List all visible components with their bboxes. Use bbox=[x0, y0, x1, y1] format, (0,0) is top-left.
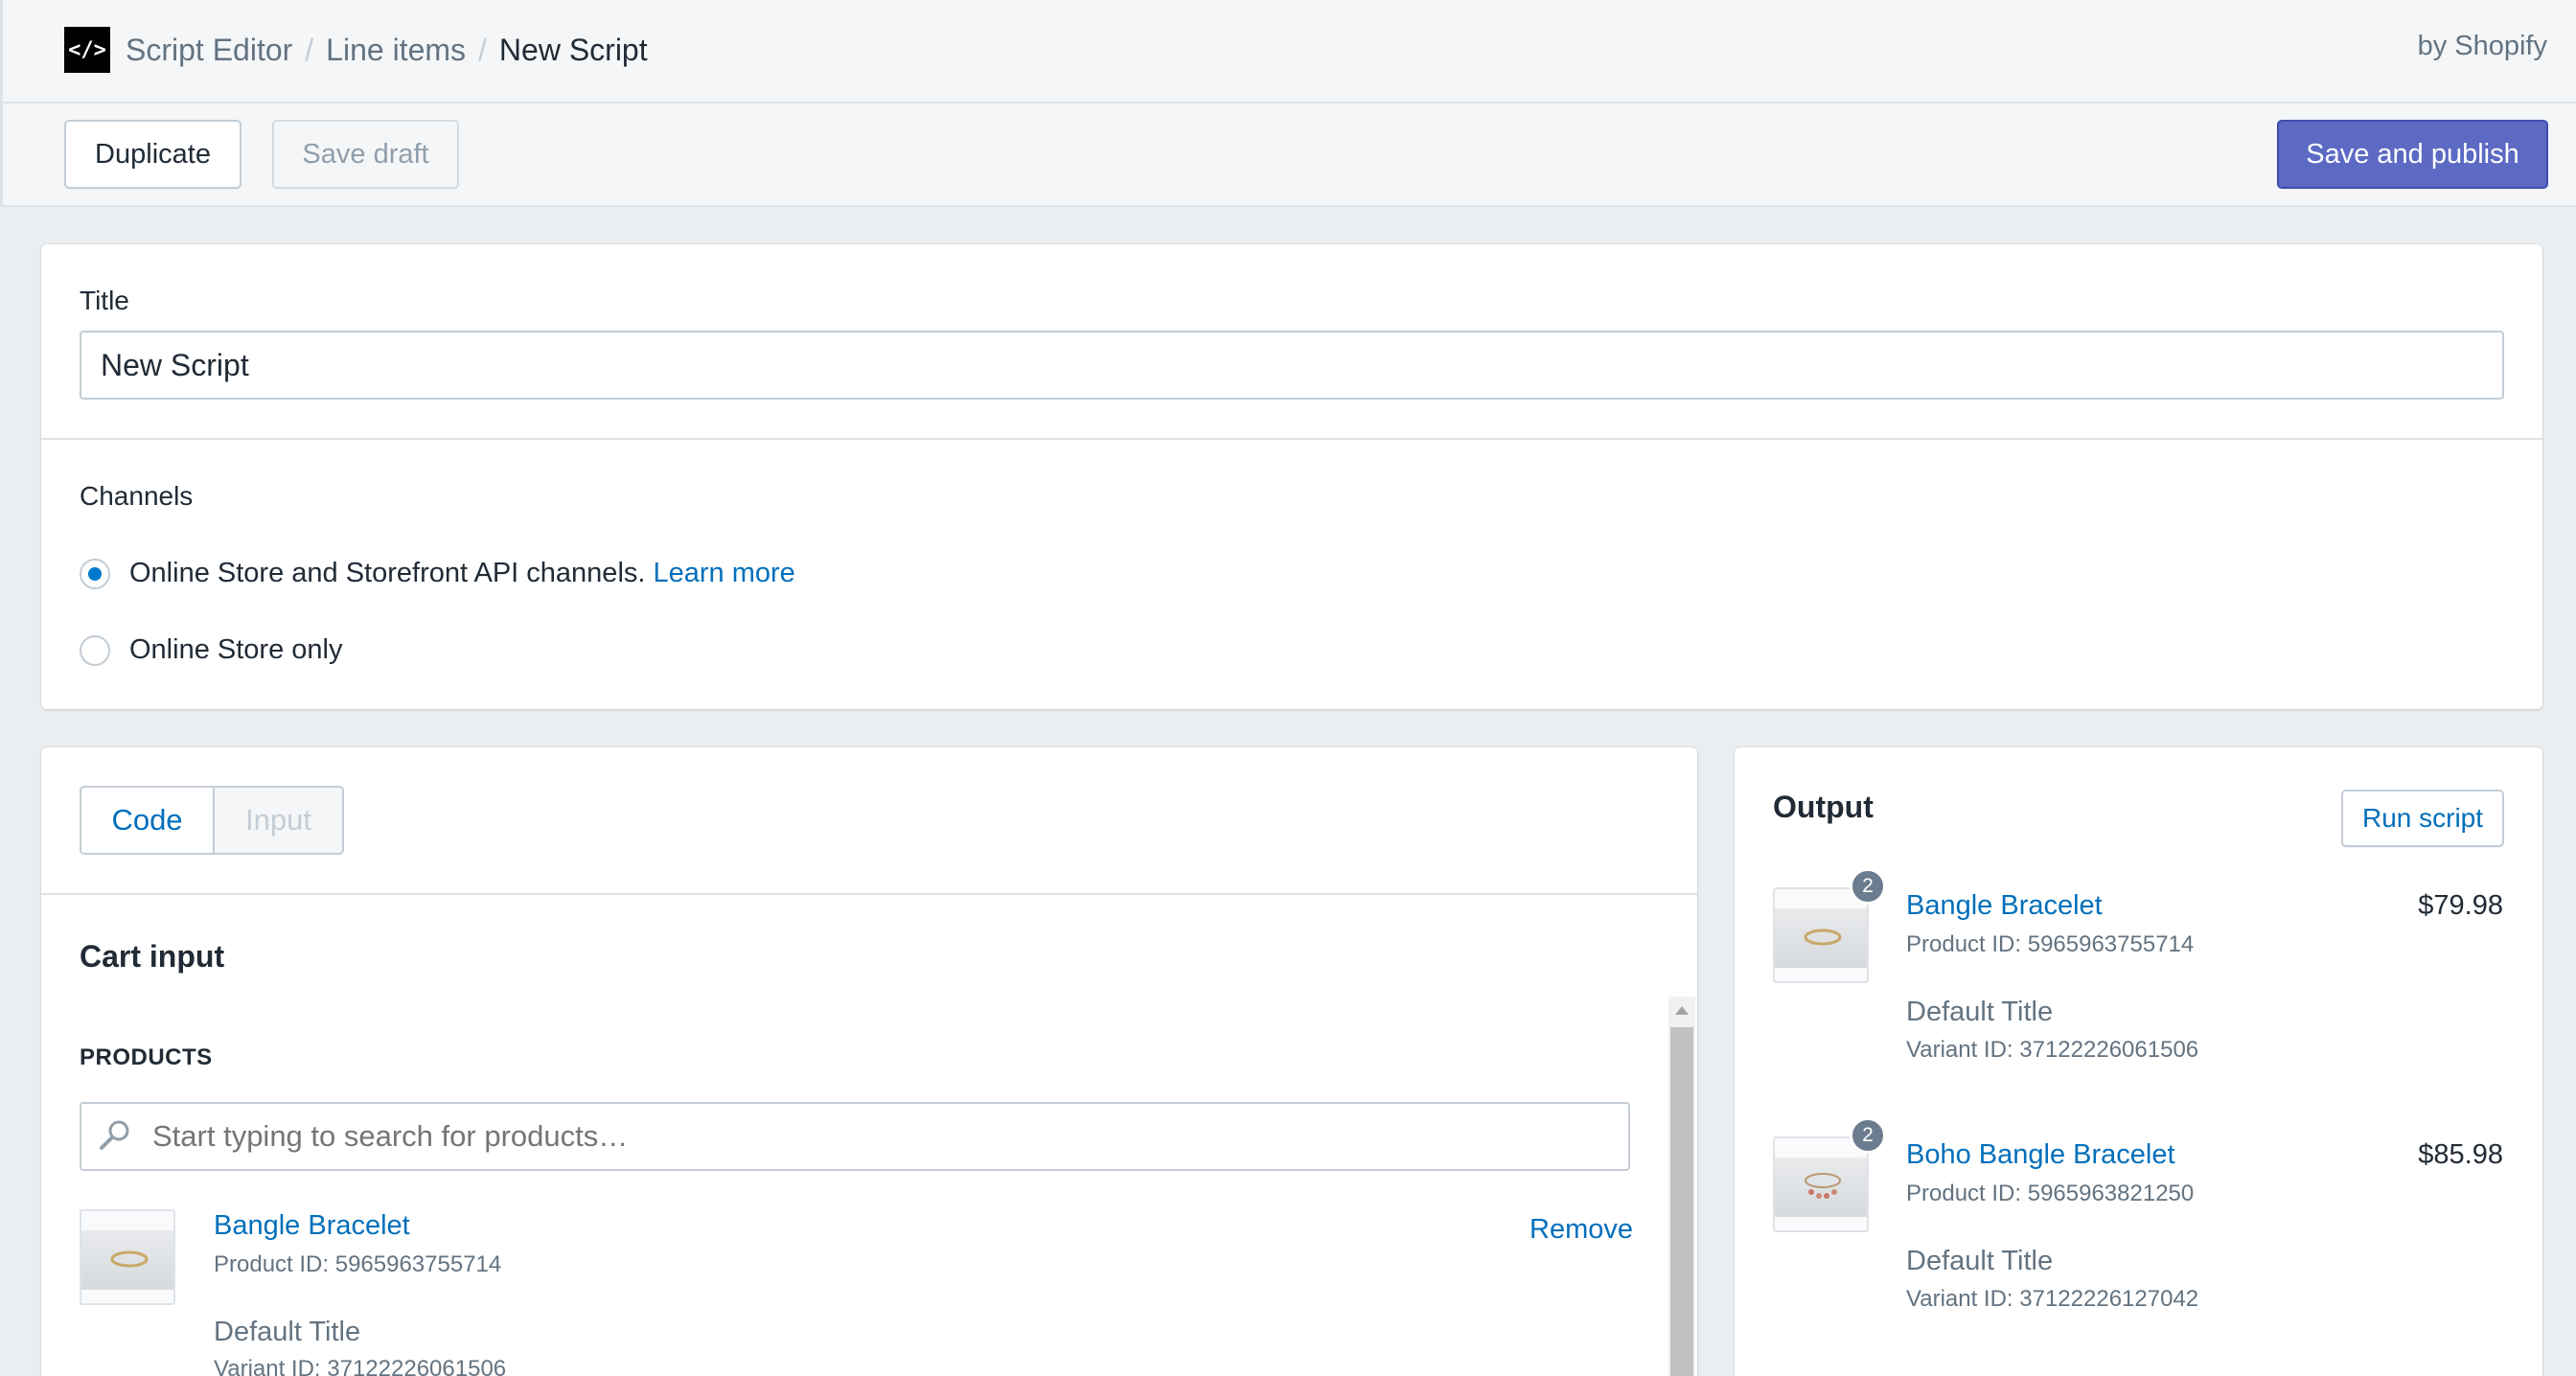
output-product-thumbnail bbox=[1773, 887, 1869, 983]
title-label: Title bbox=[80, 286, 129, 315]
breadcrumb-current: New Script bbox=[498, 32, 648, 67]
code-icon: </> bbox=[64, 27, 110, 73]
scroll-up-arrow-icon[interactable] bbox=[1675, 1006, 1689, 1015]
channel-radio-online-store-only[interactable] bbox=[80, 635, 110, 666]
breadcrumb: Script Editor / Line items / New Script bbox=[126, 29, 648, 71]
channel-option-online-store-and-storefront[interactable]: Online Store and Storefront API channels… bbox=[129, 558, 795, 589]
search-icon bbox=[100, 1120, 129, 1150]
card-divider bbox=[41, 438, 2542, 440]
product-search-input[interactable] bbox=[80, 1102, 1630, 1171]
duplicate-button[interactable]: Duplicate bbox=[64, 120, 242, 189]
learn-more-link[interactable]: Learn more bbox=[654, 558, 795, 588]
output-variant-id: Variant ID: 37122226127042 bbox=[1906, 1286, 2199, 1312]
breadcrumb-line-items[interactable]: Line items bbox=[326, 33, 466, 68]
output-variant-title: Default Title bbox=[1906, 1246, 2054, 1276]
channel-radio-online-store-and-storefront[interactable] bbox=[80, 559, 110, 589]
input-variant-id: Variant ID: 37122226061506 bbox=[214, 1356, 507, 1376]
by-shopify-label: by Shopify bbox=[2417, 31, 2547, 61]
output-product-price: $85.98 bbox=[2418, 1139, 2503, 1170]
quantity-badge: 2 bbox=[1850, 1117, 1886, 1154]
channel-option-online-store-only[interactable]: Online Store only bbox=[129, 634, 342, 666]
title-input[interactable] bbox=[80, 331, 2504, 400]
channel-option-label: Online Store and Storefront API channels… bbox=[129, 558, 646, 588]
save-draft-button[interactable]: Save draft bbox=[272, 120, 459, 189]
output-variant-id: Variant ID: 37122226061506 bbox=[1906, 1037, 2199, 1063]
breadcrumb-separator: / bbox=[305, 32, 314, 67]
output-product-name[interactable]: Boho Bangle Bracelet bbox=[1906, 1139, 2175, 1171]
channels-label: Channels bbox=[80, 481, 194, 511]
products-heading: PRODUCTS bbox=[80, 1044, 213, 1070]
tab-input[interactable]: Input bbox=[215, 788, 342, 853]
scrollbar-thumb[interactable] bbox=[1670, 1027, 1693, 1376]
quantity-badge: 2 bbox=[1850, 868, 1886, 905]
tab-code[interactable]: Code bbox=[81, 788, 215, 853]
editor-divider bbox=[41, 893, 1697, 895]
input-product-id: Product ID: 5965963755714 bbox=[214, 1251, 502, 1277]
input-variant-title: Default Title bbox=[214, 1317, 361, 1347]
product-thumbnail bbox=[80, 1209, 175, 1305]
run-script-button[interactable]: Run script bbox=[2341, 790, 2504, 847]
output-product-id: Product ID: 5965963821250 bbox=[1906, 1181, 2195, 1206]
output-product-thumbnail bbox=[1773, 1136, 1869, 1232]
output-variant-title: Default Title bbox=[1906, 997, 2054, 1027]
output-product-price: $79.98 bbox=[2418, 890, 2503, 921]
breadcrumb-separator: / bbox=[478, 32, 487, 67]
editor-tabs: Code Input bbox=[80, 786, 344, 855]
breadcrumb-script-editor[interactable]: Script Editor bbox=[126, 33, 292, 68]
output-heading: Output bbox=[1773, 790, 1874, 824]
save-and-publish-button[interactable]: Save and publish bbox=[2277, 120, 2548, 189]
cart-input-heading: Cart input bbox=[80, 939, 225, 974]
output-product-name[interactable]: Bangle Bracelet bbox=[1906, 890, 2103, 922]
remove-product-link[interactable]: Remove bbox=[1530, 1214, 1633, 1246]
output-product-id: Product ID: 5965963755714 bbox=[1906, 931, 2195, 957]
input-product-name[interactable]: Bangle Bracelet bbox=[214, 1210, 410, 1242]
script-settings-card bbox=[41, 244, 2542, 709]
